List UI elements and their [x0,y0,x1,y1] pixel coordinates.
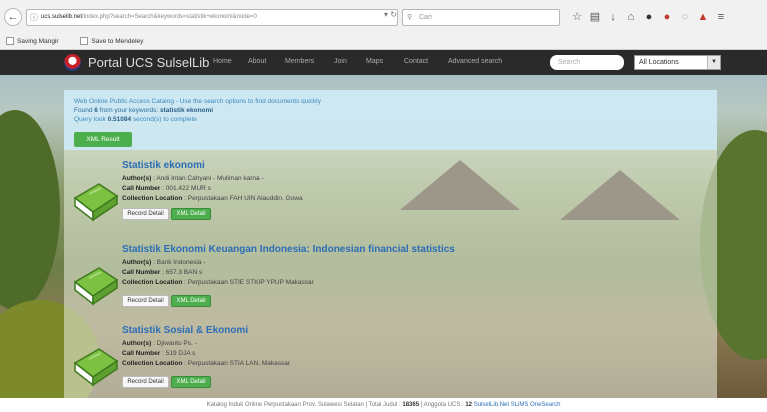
result-fields: Author(s) : Bank Indonesia - Call Number… [122,258,314,288]
call-number-label: Call Number [122,350,161,357]
result-title[interactable]: Statistik ekonomi [122,160,205,171]
site-search-input[interactable]: Search [550,55,624,70]
call-number-value: : 657.3 BAN s [162,269,203,276]
extension-icon[interactable]: ○ [676,11,694,23]
author-label: Author(s) [122,259,152,266]
author-value: : Andi Intan Cahyani - Muliman karna - [153,175,264,182]
nav-home[interactable]: Home [213,58,232,65]
bookmark-item[interactable]: Saving Mangir [6,37,69,46]
folder-icon [6,37,14,46]
book-icon [73,183,119,222]
home-icon[interactable]: ⌂ [622,11,640,23]
reload-icon[interactable]: ▾ ↻ [384,10,397,19]
result-fields: Author(s) : Djiwanto Ps. - Call Number :… [122,339,290,369]
book-icon [73,267,119,306]
footer-link-slims[interactable]: SLiMS [511,402,529,408]
footer-link-onesearch[interactable]: OneSearch [530,402,560,408]
result-item: Statistik Ekonomi Keuangan Indonesia: In… [64,244,717,316]
menu-icon[interactable]: ≡ [712,11,730,23]
nav-maps[interactable]: Maps [366,58,383,65]
search-icon: ⚲ [407,14,413,21]
reading-list-icon[interactable]: ▤ [586,10,604,23]
site-footer: Katalog Induk Online Perpustakaan Prov. … [0,398,767,412]
record-detail-button[interactable]: Record Detail [122,376,169,388]
bookmarks-bar: Saving Mangir Save to Mendeley [0,34,767,49]
site-navbar: Portal UCS SulselLib Home About Members … [0,50,767,75]
collection-location-value: : Perpustakaan STIA LAN, Makassar [184,360,290,367]
background-tree [0,110,60,310]
record-detail-button[interactable]: Record Detail [122,295,169,307]
xml-detail-button[interactable]: XML Detail [171,295,211,307]
author-value: : Bank Indonesia - [153,259,206,266]
result-item: Statistik ekonomi Author(s) : Andi Intan… [64,160,717,232]
xml-detail-button[interactable]: XML Detail [171,376,211,388]
location-select[interactable]: All Locations ▼ [634,55,721,70]
call-number-label: Call Number [122,185,161,192]
page-icon [80,37,89,46]
author-label: Author(s) [122,175,152,182]
collection-location-label: Collection Location [122,195,183,202]
record-detail-button[interactable]: Record Detail [122,208,169,220]
nav-contact[interactable]: Contact [404,58,428,65]
result-fields: Author(s) : Andi Intan Cahyani - Muliman… [122,174,303,204]
browser-nav-row: ← ⓘ ucs.sulselib.net/index.php?search=Se… [0,6,767,28]
footer-text: Katalog Induk Online Perpustakaan Prov. … [206,402,401,408]
call-number-value: : 519 DJA s [162,350,196,357]
chevron-down-icon: ▼ [707,56,720,69]
nav-members[interactable]: Members [285,58,314,65]
browser-search-input[interactable]: ⚲ Cari [402,9,560,26]
results-panel: Web Online Public Access Catalog - Use t… [64,90,717,398]
collection-location-label: Collection Location [122,279,183,286]
book-icon [73,348,119,387]
addon-icon[interactable]: ● [658,11,676,23]
page-viewport: Portal UCS SulselLib Home About Members … [0,50,767,398]
chat-icon[interactable]: ● [640,11,658,23]
site-search-placeholder: Search [558,59,581,66]
logo-icon[interactable] [64,54,81,71]
back-icon[interactable]: ← [4,8,22,26]
call-number-label: Call Number [122,269,161,276]
result-title[interactable]: Statistik Ekonomi Keuangan Indonesia: In… [122,244,455,255]
browser-search-placeholder: Cari [419,14,432,21]
nav-join[interactable]: Join [334,58,347,65]
query-time: Query took 0.51084 second(s) to complete [74,116,197,123]
footer-members-label: | Anggota UCS : [420,402,464,408]
footer-total-titles: 18365 [402,402,420,408]
bookmark-item[interactable]: Save to Mendeley [80,37,153,46]
site-brand[interactable]: Portal UCS SulselLib [88,55,209,70]
footer-members-count: 12 [465,402,473,408]
download-icon[interactable]: ↓ [604,11,622,23]
search-info-box: Web Online Public Access Catalog - Use t… [64,90,717,150]
footer-link-sulsellib[interactable]: SulselLib.Net [474,402,509,408]
nav-about[interactable]: About [248,58,266,65]
url-path: /index.php?search=Search&keywords=statis… [82,14,257,20]
browser-toolbar: ← ⓘ ucs.sulselib.net/index.php?search=Se… [0,0,767,50]
bookmark-star-icon[interactable]: ☆ [568,10,586,23]
found-summary: Found 6 from your keywords: statistik ek… [74,107,214,114]
extension-menu-icon[interactable]: ▲ [694,11,712,23]
site-info-icon[interactable]: ⓘ [30,10,38,25]
location-select-value: All Locations [639,59,679,66]
author-value: : Djiwanto Ps. - [153,340,197,347]
nav-advanced-search[interactable]: Advanced search [448,58,502,65]
xml-detail-button[interactable]: XML Detail [171,208,211,220]
collection-location-value: : Perpustakaan STIE STKIP YPUP Makassar [184,279,314,286]
result-title[interactable]: Statistik Sosial & Ekonomi [122,325,248,336]
opac-description: Web Online Public Access Catalog - Use t… [74,98,322,105]
url-host: ucs.sulselib.net [41,14,83,20]
xml-result-button[interactable]: XML Result [74,132,132,147]
author-label: Author(s) [122,340,152,347]
result-item: Statistik Sosial & Ekonomi Author(s) : D… [64,325,717,397]
address-bar[interactable]: ⓘ ucs.sulselib.net/index.php?search=Sear… [26,9,398,26]
collection-location-value: : Perpustakaan FAH UIN Alauddin, Gowa [184,195,303,202]
browser-toolbar-icons: ☆ ▤ ↓ ⌂ ● ● ○ ▲ ≡ [568,10,767,26]
call-number-value: : 001.422 MUR s [162,185,211,192]
collection-location-label: Collection Location [122,360,183,367]
